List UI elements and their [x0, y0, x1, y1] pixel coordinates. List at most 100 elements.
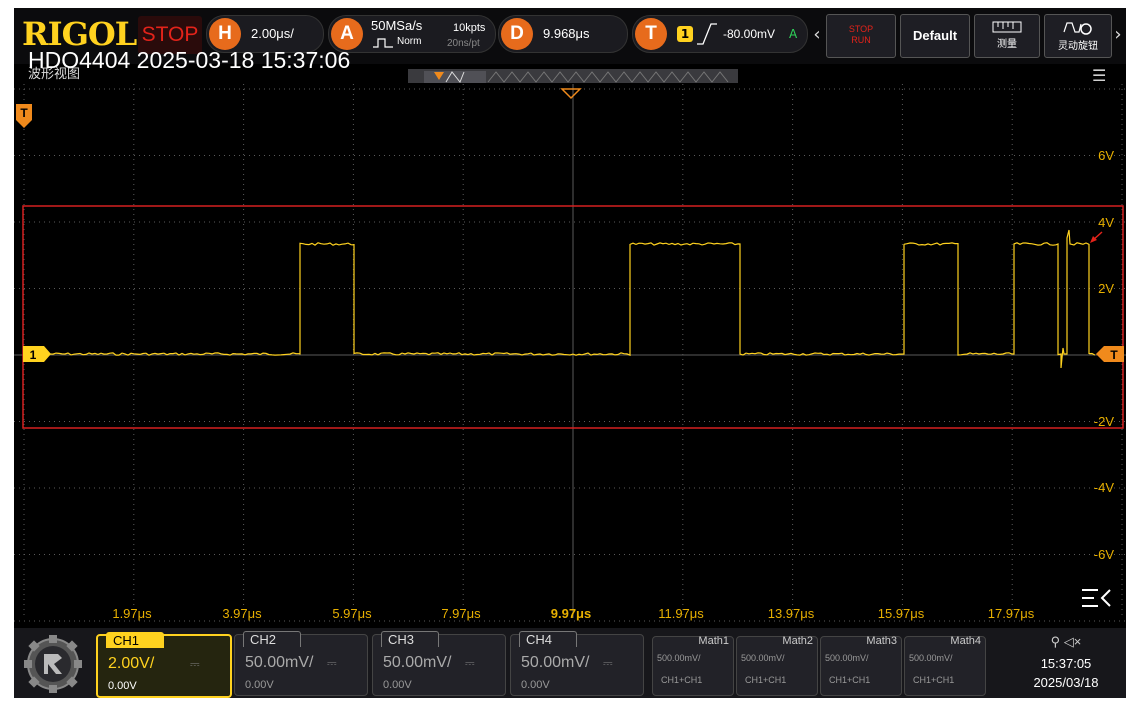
sample-rate: 50MSa/s — [371, 18, 423, 33]
volt-tick-label: 6V — [1098, 148, 1114, 163]
channel-2-box[interactable]: CH2 50.00mV/ ⎓ 0.00V — [234, 631, 368, 696]
time-tick-label: 9.97μs — [551, 606, 592, 621]
channel-4-box[interactable]: CH4 50.00mV/ ⎓ 0.00V — [510, 631, 644, 696]
trigger-level-marker-label: T — [1110, 348, 1118, 362]
acquire-badge: A — [331, 18, 363, 50]
device-timestamp-title: HDO4404 2025-03-18 15:37:06 — [28, 47, 351, 73]
volt-tick-label: 2V — [1098, 281, 1114, 296]
trigger-position-marker — [560, 88, 582, 100]
channel-3-box[interactable]: CH3 50.00mV/ ⎓ 0.00V — [372, 631, 506, 696]
channel-name: CH4 — [519, 631, 577, 647]
menu-icon[interactable]: ☰ — [1092, 68, 1106, 84]
time-tick-label: 15.97μs — [878, 606, 925, 621]
waveform-grid[interactable]: T 1 T 1.97μs 3.97μs 5.97μs 7.97μs 9.97μs 11.9… — [14, 84, 1126, 628]
math-scale: 500.00mV/ — [741, 653, 785, 663]
graticule: T 1 T 1.97μs 3.97μs 5.97μs 7.97μs 9.97μs 11.9… — [14, 84, 1126, 622]
dc-coupling-icon: ⎓ — [190, 657, 200, 671]
time-tick-label: 13.97μs — [768, 606, 815, 621]
channel-scale: 50.00mV/ — [245, 654, 314, 671]
dc-coupling-icon: ⎓ — [465, 656, 475, 670]
dc-coupling-icon: ⎓ — [603, 656, 613, 670]
time-tick-label: 7.97μs — [441, 606, 481, 621]
sample-interval: 20ns/pt — [447, 38, 480, 49]
delay-badge: D — [501, 18, 533, 50]
math-scale: 500.00mV/ — [657, 653, 701, 663]
trigger-time-marker-label: T — [20, 106, 28, 120]
time-tick-label: 5.97μs — [332, 606, 372, 621]
brand-logo: RIGOL — [22, 15, 137, 53]
channel-name: CH2 — [243, 631, 301, 647]
graticule-lines — [14, 84, 1126, 622]
channel-scale: 50.00mV/ — [521, 654, 590, 671]
volt-tick-label: -2V — [1094, 414, 1115, 429]
stop-run-top-label: STOP — [848, 24, 874, 34]
delay-button[interactable]: D 9.968μs — [498, 15, 628, 53]
volt-tick-label: -6V — [1094, 547, 1115, 562]
math-name: Math3 — [866, 635, 897, 647]
channel-name: CH3 — [381, 631, 439, 647]
math-1-box[interactable]: Math1 500.00mV/CH1+CH1 — [652, 635, 734, 696]
rising-edge-icon — [697, 23, 717, 45]
channel-offset: 0.00V — [108, 680, 137, 692]
time-axis-labels: 1.97μs 3.97μs 5.97μs 7.97μs 9.97μs 11.97μs 13.… — [112, 606, 1034, 621]
channel-name: CH1 — [106, 632, 164, 648]
stop-run-bottom-label: RUN — [851, 35, 871, 45]
trigger-source-badge: 1 — [677, 26, 693, 42]
math-2-box[interactable]: Math2 500.00mV/CH1+CH1 — [736, 635, 818, 696]
knob-icon — [1063, 22, 1092, 35]
ch1-ground-marker[interactable] — [23, 346, 51, 362]
math-scale: 500.00mV/ — [825, 653, 869, 663]
horizontal-badge: H — [209, 18, 241, 50]
acquire-button[interactable]: A 50MSa/s Norm 10kpts 20ns/pt — [328, 15, 496, 53]
ch1-ground-marker-label: 1 — [30, 348, 37, 362]
math-source: CH1+CH1 — [913, 675, 955, 685]
channel-offset: 0.00V — [521, 679, 550, 691]
home-gear-icon[interactable] — [20, 634, 90, 694]
default-button[interactable]: Default — [900, 14, 970, 58]
math-scale: 500.00mV/ — [909, 653, 953, 663]
toolbar-right-arrow-icon[interactable]: › — [1111, 14, 1125, 56]
channel-scale: 2.00V/ — [108, 655, 155, 672]
trigger-level: -80.00mV — [723, 27, 776, 41]
channel-scale: 50.00mV/ — [383, 654, 452, 671]
channel-1-box[interactable]: CH1 2.00V/ ⎓ 0.00V — [96, 632, 232, 698]
status-area: ⚲ ◁× 15:37:05 2025/03/18 — [1010, 632, 1122, 696]
measure-label: 测量 — [997, 39, 1017, 50]
knob-button[interactable]: 灵动旋钮 — [1044, 14, 1112, 58]
math-3-box[interactable]: Math3 500.00mV/CH1+CH1 — [820, 635, 902, 696]
bottom-channel-bar: CH1 2.00V/ ⎓ 0.00V CH2 50.00mV/ ⎓ 0.00V CH3 50.00… — [14, 628, 1126, 698]
time-tick-label: 1.97μs — [112, 606, 152, 621]
math-name: Math4 — [950, 635, 981, 647]
acquire-mode-icon — [373, 38, 393, 48]
delay-value: 9.968μs — [543, 26, 590, 41]
trigger-button[interactable]: T 1 -80.00mV A — [632, 15, 808, 53]
usb-mute-icons: ⚲ ◁× — [1050, 634, 1082, 649]
volt-tick-label: 4V — [1098, 215, 1114, 230]
channel-offset: 0.00V — [383, 679, 412, 691]
channel-offset: 0.00V — [245, 679, 274, 691]
math-source: CH1+CH1 — [661, 675, 703, 685]
ruler-icon — [992, 21, 1022, 33]
trigger-sweep: A — [789, 27, 798, 41]
toolbar-left-arrow-icon[interactable]: ‹ — [810, 14, 824, 56]
clock-date: 2025/03/18 — [1033, 675, 1099, 690]
math-name: Math2 — [782, 635, 813, 647]
acquire-mode: Norm — [397, 36, 422, 47]
knob-label: 灵动旋钮 — [1058, 41, 1098, 52]
dc-coupling-icon: ⎓ — [327, 656, 337, 670]
math-name: Math1 — [698, 635, 729, 647]
time-tick-label: 3.97μs — [222, 606, 262, 621]
time-tick-label: 11.97μs — [658, 606, 704, 621]
measure-button[interactable]: 测量 — [974, 14, 1040, 58]
timebar-waveform — [424, 71, 729, 83]
math-4-box[interactable]: Math4 500.00mV/CH1+CH1 — [904, 635, 986, 696]
collapse-menu-icon[interactable] — [1082, 589, 1111, 607]
stop-run-button[interactable]: STOP RUN — [826, 14, 896, 58]
time-tick-label: 17.97μs — [988, 606, 1035, 621]
math-source: CH1+CH1 — [745, 675, 787, 685]
volt-tick-label: -4V — [1094, 480, 1115, 495]
memory-timebar[interactable] — [408, 69, 738, 83]
trigger-badge: T — [635, 18, 667, 50]
clock-time: 15:37:05 — [1040, 656, 1092, 671]
math-source: CH1+CH1 — [829, 675, 871, 685]
